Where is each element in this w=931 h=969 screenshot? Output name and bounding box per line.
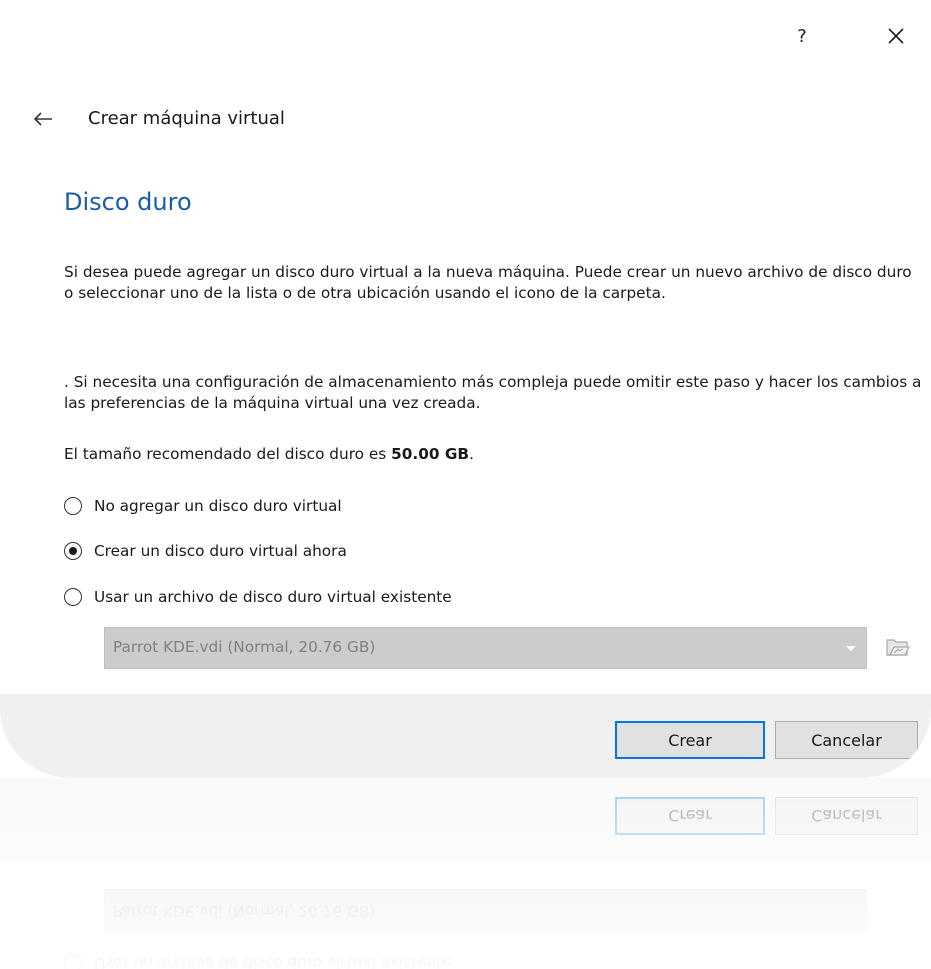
recommended-size-prefix: El tamaño recomendado del disco duro es xyxy=(64,445,392,463)
create-vm-dialog: ? Crear máquina virtual Disco duro Si de… xyxy=(0,0,931,778)
reflection-disk-select-value: Parrot KDE.vdi (Normal, 20.76 GB) xyxy=(113,902,376,920)
recommended-size-suffix: . xyxy=(469,445,474,463)
radio-existing-disk[interactable] xyxy=(64,588,82,606)
screenshot-stage: ? Crear máquina virtual Disco duro Si de… xyxy=(0,0,931,969)
reflection-option-label: Usar un archivo de disco duro virtual ex… xyxy=(94,954,452,969)
title-bar: ? xyxy=(0,0,931,70)
recommended-size-value: 50.00 GB xyxy=(391,445,470,463)
page-title: Disco duro xyxy=(64,188,192,216)
dialog-footer: Crear Cancelar xyxy=(0,694,931,778)
description-paragraph: Si desea puede agregar un disco duro vir… xyxy=(64,263,912,302)
reflection-radio xyxy=(64,954,82,969)
question-mark-icon: ? xyxy=(797,25,807,47)
reflection-option-existing-disk: Usar un archivo de disco duro virtual ex… xyxy=(64,949,452,969)
back-arrow-icon xyxy=(33,112,52,126)
radio-no-disk[interactable] xyxy=(64,497,82,515)
option-create-disk[interactable]: Crear un disco duro virtual ahora xyxy=(64,537,347,565)
create-button[interactable]: Crear xyxy=(615,721,765,759)
wizard-nav: Crear máquina virtual xyxy=(0,96,931,142)
close-icon xyxy=(888,28,904,44)
option-create-disk-label: Crear un disco duro virtual ahora xyxy=(94,542,347,560)
recommended-size-text: El tamaño recomendado del disco duro es … xyxy=(64,444,924,465)
back-button[interactable] xyxy=(28,104,58,134)
reflection-disk-select: Parrot KDE.vdi (Normal, 20.76 GB) xyxy=(104,889,867,931)
existing-disk-select-value: Parrot KDE.vdi (Normal, 20.76 GB) xyxy=(113,638,376,656)
option-existing-disk-label: Usar un archivo de disco duro virtual ex… xyxy=(94,588,452,606)
dialog-reflection: Crear Cancelar Parrot KDE.vdi (Normal, 2… xyxy=(0,778,931,969)
folder-icon xyxy=(886,639,910,656)
option-existing-disk[interactable]: Usar un archivo de disco duro virtual ex… xyxy=(64,583,452,611)
help-button[interactable]: ? xyxy=(784,18,820,54)
advanced-note-paragraph: . Si necesita una configuración de almac… xyxy=(64,373,922,412)
option-no-disk[interactable]: No agregar un disco duro virtual xyxy=(64,492,342,520)
reflection-content: Crear Cancelar Parrot KDE.vdi (Normal, 2… xyxy=(0,778,931,969)
existing-disk-select[interactable]: Parrot KDE.vdi (Normal, 20.76 GB) xyxy=(104,627,867,669)
option-no-disk-label: No agregar un disco duro virtual xyxy=(94,497,342,515)
wizard-title: Crear máquina virtual xyxy=(88,108,285,129)
reflection-cancel-button: Cancelar xyxy=(775,797,918,835)
radio-create-disk[interactable] xyxy=(64,542,82,560)
reflection-create-button: Crear xyxy=(615,797,765,835)
reflection-footer: Crear Cancelar xyxy=(0,778,931,862)
reflection-fade xyxy=(0,778,931,969)
cancel-button[interactable]: Cancelar xyxy=(775,721,918,759)
close-button[interactable] xyxy=(876,16,916,56)
choose-disk-file-button[interactable] xyxy=(880,629,916,665)
chevron-down-icon xyxy=(846,646,856,651)
